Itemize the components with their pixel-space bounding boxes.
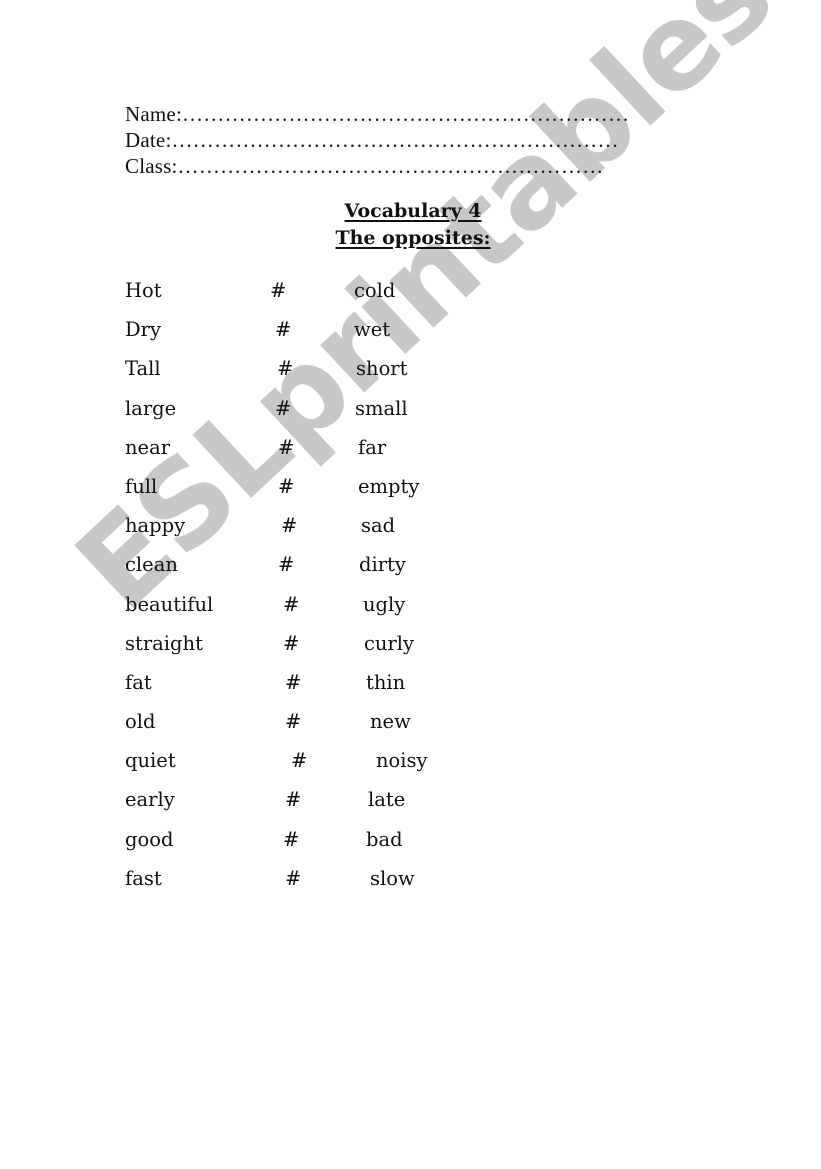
word: full (125, 474, 158, 498)
opposite-word: thin (366, 670, 406, 694)
date-label: Date: (125, 128, 172, 152)
title-opposites: The opposites: (335, 227, 491, 249)
opposite-word: late (368, 788, 406, 812)
opposite-separator: # (285, 788, 302, 812)
opposite-separator: # (278, 553, 295, 577)
opposite-separator: # (291, 749, 308, 773)
word: near (125, 435, 171, 459)
opposite-separator: # (278, 474, 295, 498)
word: quiet (125, 749, 176, 773)
opposite-separator: # (285, 710, 302, 734)
name-label: Name: (125, 102, 182, 126)
opposite-pair-row: Dry # wet (125, 318, 525, 357)
opposite-word: small (355, 396, 408, 420)
opposite-word: dirty (359, 553, 406, 577)
word: beautiful (125, 592, 214, 616)
opposite-separator: # (278, 435, 295, 459)
opposite-pair-row: straight # curly (125, 632, 525, 671)
opposite-word: new (370, 710, 411, 734)
worksheet-title: Vocabulary 4 The opposites: (0, 198, 821, 252)
opposite-pair-row: clean # dirty (125, 553, 525, 592)
opposite-word: slow (370, 866, 415, 890)
opposite-pair-row: beautiful # ugly (125, 593, 525, 632)
student-info-fields: Name:……………………………………………………… Date:……………………… (125, 101, 629, 179)
date-blank-line: ……………………………………………………… (171, 128, 619, 152)
opposite-pair-row: near # far (125, 436, 525, 475)
opposite-separator: # (277, 357, 294, 381)
class-blank-line: …………………………………………………… (177, 154, 604, 178)
word: fast (125, 866, 162, 890)
opposite-word: bad (366, 827, 403, 851)
date-field: Date:……………………………………………………… (125, 127, 629, 153)
name-blank-line: ……………………………………………………… (181, 102, 630, 126)
opposite-word: wet (354, 318, 391, 342)
opposite-word: short (356, 357, 408, 381)
opposite-pair-row: Hot # cold (125, 279, 525, 318)
opposite-word: noisy (376, 749, 428, 773)
class-field: Class:…………………………………………………… (125, 153, 629, 179)
word: Tall (125, 357, 161, 381)
opposite-pair-row: large # small (125, 397, 525, 436)
opposite-separator: # (270, 279, 287, 302)
opposite-separator: # (283, 592, 300, 616)
opposite-word: ugly (363, 592, 406, 616)
opposites-list: Hot # cold Dry # wet Tall # short large # small near… (125, 279, 525, 906)
opposite-word: empty (358, 474, 420, 498)
word: fat (125, 670, 152, 694)
opposite-separator: # (275, 396, 292, 420)
opposite-separator: # (283, 827, 300, 851)
worksheet-page: ESLprintables.com Name:……………………………………………… (0, 0, 821, 1169)
opposite-separator: # (275, 318, 292, 342)
opposite-separator: # (285, 670, 302, 694)
name-field: Name:……………………………………………………… (125, 101, 629, 127)
opposite-pair-row: fast # slow (125, 867, 525, 906)
opposite-word: far (358, 435, 387, 459)
opposite-pair-row: early # late (125, 788, 525, 827)
opposite-separator: # (281, 514, 298, 538)
title-vocabulary: Vocabulary 4 (344, 200, 482, 222)
word: straight (125, 631, 203, 655)
word: Dry (125, 318, 161, 342)
class-label: Class: (125, 154, 178, 178)
opposite-separator: # (285, 866, 302, 890)
opposite-pair-row: Tall # short (125, 357, 525, 396)
opposite-word: sad (361, 514, 396, 538)
word: early (125, 788, 175, 812)
opposite-pair-row: fat # thin (125, 671, 525, 710)
word: large (125, 396, 177, 420)
word: happy (125, 514, 186, 538)
opposite-pair-row: good # bad (125, 828, 525, 867)
opposite-pair-row: old # new (125, 710, 525, 749)
opposite-separator: # (283, 631, 300, 655)
opposite-pair-row: happy # sad (125, 514, 525, 553)
opposite-word: curly (364, 631, 415, 655)
word: good (125, 827, 174, 851)
opposite-word: cold (354, 279, 396, 302)
opposite-pair-row: full # empty (125, 475, 525, 514)
word: clean (125, 553, 178, 577)
word: Hot (125, 279, 162, 302)
word: old (125, 710, 156, 734)
opposite-pair-row: quiet # noisy (125, 749, 525, 788)
